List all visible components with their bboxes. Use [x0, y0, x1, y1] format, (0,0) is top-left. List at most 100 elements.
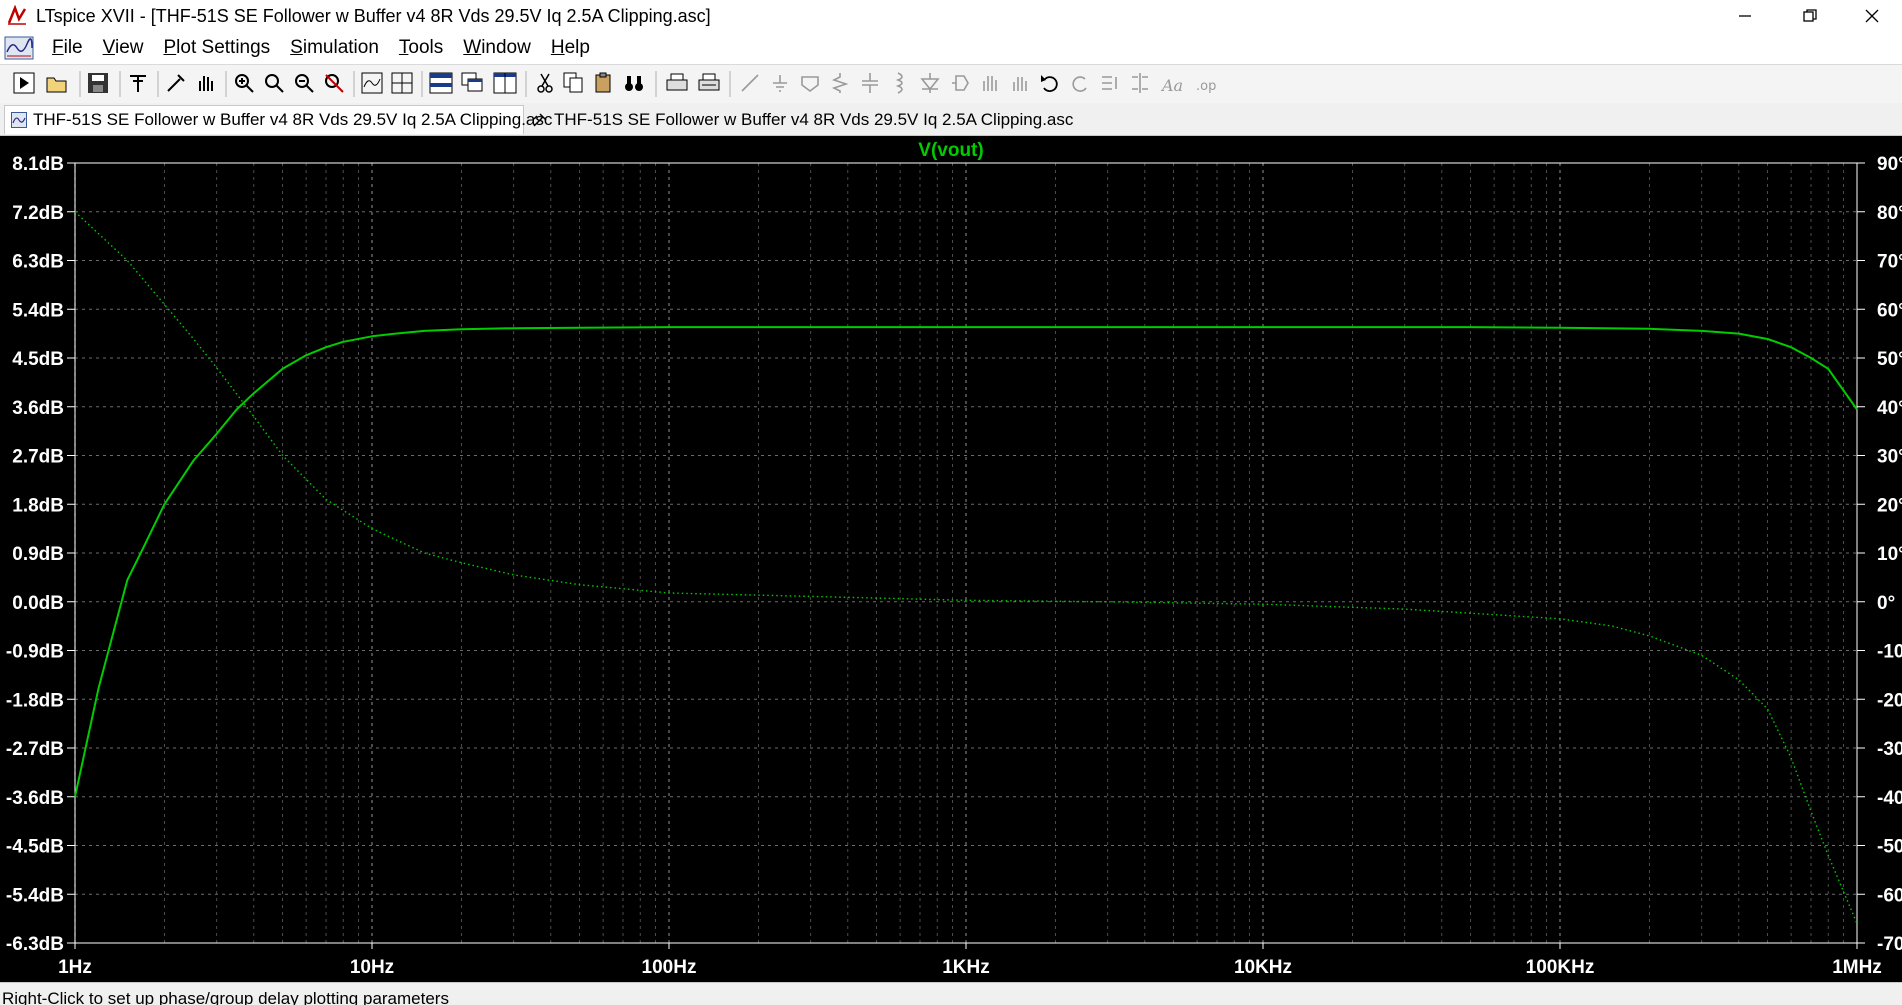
- tab-waveform[interactable]: THF-51S SE Follower w Buffer v4 8R Vds 2…: [4, 105, 552, 134]
- save-icon[interactable]: [88, 73, 108, 93]
- right-tick-label: 40°: [1877, 398, 1902, 419]
- print-icon[interactable]: [666, 73, 688, 91]
- x-tick-label: 100Hz: [642, 957, 697, 978]
- label-net-icon[interactable]: [801, 76, 819, 92]
- waveform-grid-icon[interactable]: [391, 72, 413, 94]
- bode-plot[interactable]: 8.1dB 7.2dB 6.3dB 5.4dB 4.5dB 3.6dB 2.7dB 1.8dB…: [0, 136, 1902, 982]
- zoom-out-icon[interactable]: [295, 74, 314, 93]
- left-tick-label: -3.6dB: [6, 788, 64, 809]
- zoom-cancel-icon[interactable]: [325, 74, 344, 93]
- probe-icon[interactable]: [167, 74, 185, 92]
- left-tick-label: -5.4dB: [6, 885, 64, 906]
- menu-plot-settings[interactable]: Plot Settings: [153, 37, 280, 59]
- find-binoculars-icon[interactable]: [625, 76, 643, 91]
- spice-directive-icon[interactable]: .op: [1196, 79, 1216, 94]
- right-tick-label: 30°: [1877, 447, 1902, 468]
- x-tick-label: 100KHz: [1526, 957, 1595, 978]
- right-tick-label: -10°: [1877, 642, 1902, 663]
- left-tick-label: -4.5dB: [6, 837, 64, 858]
- right-tick-label: 10°: [1877, 544, 1902, 565]
- control-panel-icon[interactable]: [130, 75, 146, 92]
- right-tick-label: -60°: [1877, 885, 1902, 906]
- left-tick-label: 6.3dB: [12, 252, 64, 273]
- tab-label: THF-51S SE Follower w Buffer v4 8R Vds 2…: [554, 109, 1074, 129]
- restore-button[interactable]: [1780, 0, 1840, 32]
- menu-help[interactable]: Help: [541, 37, 600, 59]
- left-tick-label: -0.9dB: [6, 642, 64, 663]
- left-axis: 8.1dB 7.2dB 6.3dB 5.4dB 4.5dB 3.6dB 2.7dB 1.8dB…: [6, 154, 75, 955]
- drag-hand-icon[interactable]: [1013, 77, 1027, 91]
- text-tool-icon[interactable]: Aa: [1160, 76, 1183, 95]
- right-tick-label: -20°: [1877, 690, 1902, 711]
- magnitude-trace: [74, 326, 1858, 798]
- copy-icon[interactable]: [563, 72, 583, 93]
- cascade-icon[interactable]: [461, 72, 483, 92]
- zoom-in-icon[interactable]: [235, 74, 254, 93]
- close-button[interactable]: [1842, 0, 1902, 32]
- redo-icon[interactable]: [1072, 76, 1087, 92]
- document-tab-bar: THF-51S SE Follower w Buffer v4 8R Vds 2…: [0, 103, 1902, 136]
- left-tick-label: -2.7dB: [6, 739, 64, 760]
- right-tick-label: -40°: [1877, 788, 1902, 809]
- menu-window[interactable]: Window: [453, 37, 541, 59]
- left-tick-label: 7.2dB: [12, 203, 64, 224]
- paste-icon[interactable]: [595, 72, 611, 93]
- ground-icon[interactable]: [773, 75, 787, 92]
- window-title: LTspice XVII - [THF-51S SE Follower w Bu…: [36, 5, 711, 26]
- minimize-button[interactable]: [1715, 0, 1775, 32]
- right-tick-label: 80°: [1877, 203, 1902, 224]
- component-icon[interactable]: [952, 75, 969, 91]
- x-tick-label: 1Hz: [58, 957, 92, 978]
- waveform-plot-pane[interactable]: 8.1dB 7.2dB 6.3dB 5.4dB 4.5dB 3.6dB 2.7dB 1.8dB…: [0, 136, 1902, 982]
- undo-icon[interactable]: [1041, 75, 1058, 92]
- right-tick-label: -70°: [1877, 934, 1902, 955]
- right-tick-label: -30°: [1877, 739, 1902, 760]
- right-tick-label: 0°: [1877, 593, 1895, 614]
- status-text: Right-Click to set up phase/group delay …: [2, 989, 449, 1005]
- draw-wire-icon[interactable]: [741, 74, 759, 92]
- menu-view[interactable]: View: [93, 37, 154, 59]
- restore-icon: [1803, 9, 1817, 22]
- tab-label: THF-51S SE Follower w Buffer v4 8R Vds 2…: [33, 110, 553, 129]
- menu-file[interactable]: File: [42, 37, 93, 59]
- right-tick-label: 60°: [1877, 300, 1902, 321]
- tab-schematic[interactable]: THF-51S SE Follower w Buffer v4 8R Vds 2…: [526, 105, 1073, 134]
- waveform-document-icon[interactable]: [4, 36, 34, 60]
- trace-label[interactable]: V(vout): [918, 140, 983, 161]
- title-bar: LTspice XVII - [THF-51S SE Follower w Bu…: [0, 0, 1902, 32]
- left-tick-label: 5.4dB: [12, 300, 64, 321]
- zoom-full-icon[interactable]: [265, 74, 284, 93]
- tile-horizontal-icon[interactable]: [429, 72, 453, 94]
- x-tick-label: 1KHz: [942, 957, 990, 978]
- close-icon: [1865, 9, 1879, 23]
- left-tick-label: -1.8dB: [6, 690, 64, 711]
- autorange-icon[interactable]: [361, 72, 383, 94]
- run-icon[interactable]: [13, 72, 35, 94]
- status-bar: Right-Click to set up phase/group delay …: [0, 982, 1902, 1005]
- menu-tools[interactable]: Tools: [389, 37, 453, 59]
- resistor-icon[interactable]: [831, 73, 849, 93]
- menu-simulation[interactable]: Simulation: [280, 37, 389, 59]
- open-folder-icon[interactable]: [46, 77, 67, 93]
- right-tick-label: -50°: [1877, 837, 1902, 858]
- x-tick-label: 10Hz: [350, 957, 394, 978]
- mirror-icon[interactable]: [1132, 73, 1148, 93]
- move-hand-icon[interactable]: [983, 76, 997, 91]
- rotate-icon[interactable]: [1102, 76, 1117, 90]
- x-tick-label: 10KHz: [1234, 957, 1292, 978]
- schematic-probe-icon: [533, 112, 547, 127]
- right-tick-label: 20°: [1877, 495, 1902, 516]
- tile-vertical-icon[interactable]: [493, 72, 517, 94]
- menu-bar: File View Plot Settings Simulation Tools…: [0, 32, 1902, 94]
- diode-icon[interactable]: [920, 73, 940, 93]
- left-tick-label: 1.8dB: [12, 495, 64, 516]
- print-preview-icon[interactable]: [698, 73, 720, 91]
- left-tick-label: 3.6dB: [12, 398, 64, 419]
- right-tick-label: 70°: [1877, 252, 1902, 273]
- pan-hand-icon[interactable]: [199, 76, 213, 91]
- capacitor-icon[interactable]: [862, 73, 878, 93]
- x-axis: 1Hz 10Hz 100Hz 1KHz 10KHz 100KHz 1MHz: [58, 943, 1882, 978]
- inductor-icon[interactable]: [895, 72, 903, 94]
- left-tick-label: -6.3dB: [6, 934, 64, 955]
- cut-icon[interactable]: [537, 73, 553, 93]
